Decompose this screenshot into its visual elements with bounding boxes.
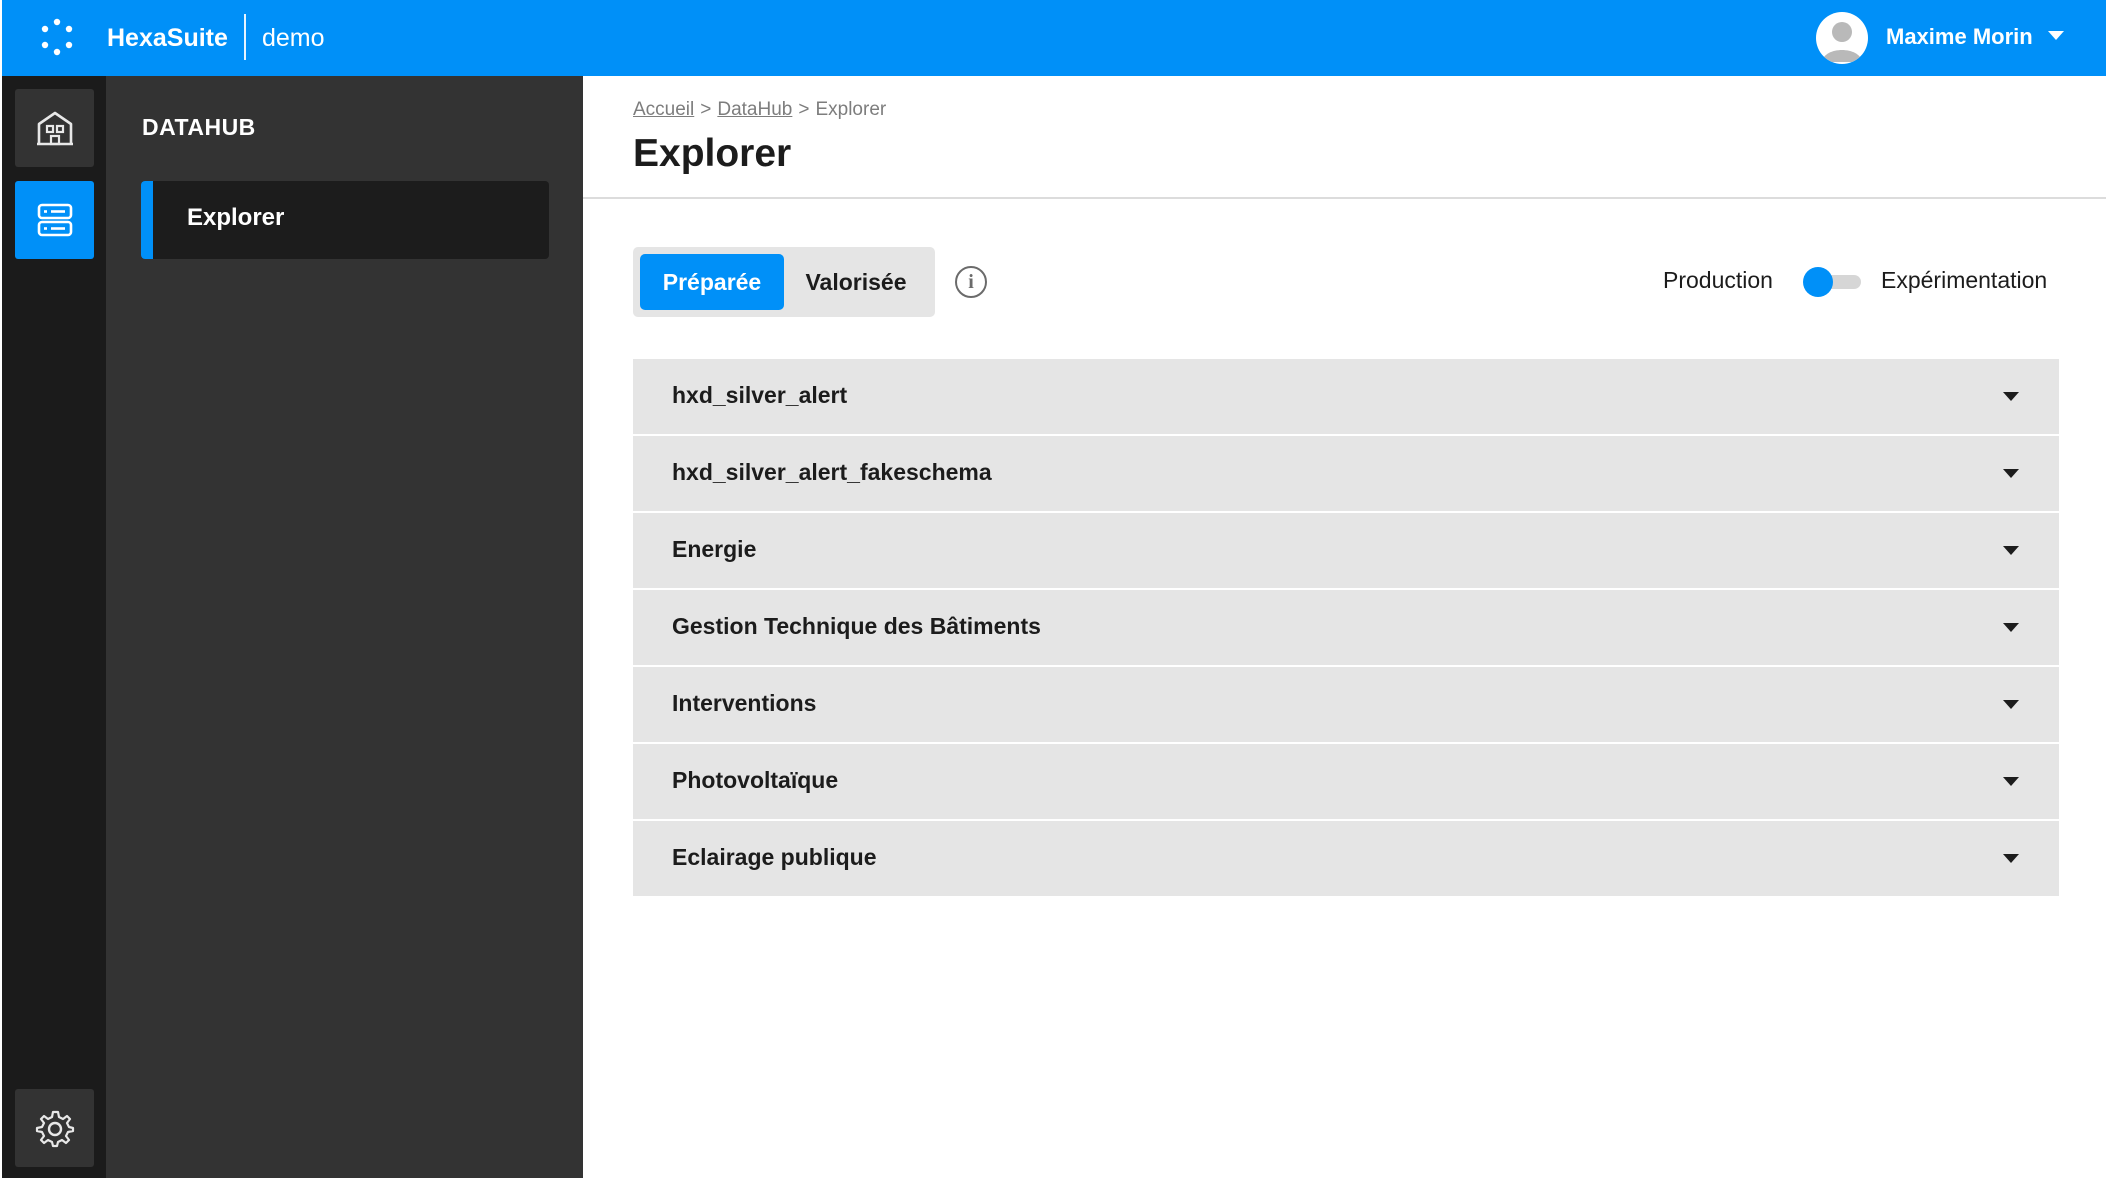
brand-divider	[244, 14, 246, 60]
caret-down-icon[interactable]	[2003, 623, 2019, 632]
breadcrumb: Accueil > DataHub > Explorer	[633, 99, 886, 121]
dataset-row[interactable]: Gestion Technique des Bâtiments	[633, 590, 2059, 665]
breadcrumb-separator: >	[798, 99, 810, 120]
caret-down-icon[interactable]	[2003, 777, 2019, 786]
server-stack-icon	[37, 203, 72, 237]
toggle-knob	[1803, 267, 1833, 297]
environment-name: demo	[262, 24, 325, 52]
icon-rail	[2, 76, 106, 1178]
toggle-label-experimentation: Expérimentation	[1881, 267, 2048, 293]
dataset-name: Gestion Technique des Bâtiments	[672, 613, 1041, 639]
datahub-sidebar: DATAHUB Explorer	[106, 76, 583, 1178]
mode-toggle-switch[interactable]	[1803, 267, 1861, 297]
sidebar-item-explorer[interactable]: Explorer	[141, 181, 549, 259]
dataset-row[interactable]: Energie	[633, 513, 2059, 588]
breadcrumb-link-accueil[interactable]: Accueil	[633, 99, 694, 120]
user-icon	[1822, 22, 1862, 62]
dataset-name: Eclairage publique	[672, 844, 877, 870]
rail-buildings-button[interactable]	[15, 89, 94, 167]
app-window: HexaSuite demo Maxime Morin DATAHUB Expl…	[2, 0, 2106, 1178]
gear-icon	[35, 1110, 74, 1148]
caret-down-icon[interactable]	[2003, 392, 2019, 401]
segment-preparee[interactable]: Préparée	[640, 254, 784, 310]
breadcrumb-separator: >	[700, 99, 712, 120]
top-bar: HexaSuite demo Maxime Morin	[2, 0, 2106, 76]
user-name[interactable]: Maxime Morin	[1886, 20, 2033, 54]
main-content: Accueil > DataHub > Explorer Explorer Prépar…	[583, 76, 2106, 1178]
brand-name[interactable]: HexaSuite	[107, 20, 228, 56]
rail-datahub-button[interactable]	[15, 181, 94, 259]
sidebar-item-label: Explorer	[187, 204, 285, 231]
active-indicator	[141, 181, 153, 259]
dataset-row[interactable]: Photovoltaïque	[633, 744, 2059, 819]
breadcrumb-current: Explorer	[815, 99, 887, 120]
caret-down-icon[interactable]	[2003, 700, 2019, 709]
sidebar-section-title: DATAHUB	[142, 114, 256, 140]
caret-down-icon[interactable]	[2003, 546, 2019, 555]
info-circle-icon[interactable]: i	[955, 266, 987, 298]
caret-down-icon[interactable]	[2003, 854, 2019, 863]
rail-settings-button[interactable]	[15, 1089, 94, 1167]
dataset-name: hxd_silver_alert	[672, 382, 848, 408]
building-icon	[36, 111, 73, 146]
dataset-name: hxd_silver_alert_fakeschema	[672, 459, 992, 485]
dataset-name: Photovoltaïque	[672, 767, 839, 793]
page-title: Explorer	[633, 132, 792, 175]
breadcrumb-link-datahub[interactable]: DataHub	[717, 99, 792, 120]
layer-segmented-control: Préparée Valorisée	[633, 247, 935, 317]
dataset-row[interactable]: hxd_silver_alert_fakeschema	[633, 436, 2059, 511]
segment-valorisee[interactable]: Valorisée	[784, 254, 928, 310]
dataset-row[interactable]: hxd_silver_alert	[633, 359, 2059, 434]
dataset-row[interactable]: Interventions	[633, 667, 2059, 742]
toggle-label-production: Production	[1663, 267, 1773, 293]
dataset-name: Interventions	[672, 690, 817, 716]
user-avatar[interactable]	[1816, 12, 1868, 64]
dots-circle-icon[interactable]	[38, 18, 76, 56]
caret-down-icon[interactable]	[2003, 469, 2019, 478]
header-divider	[583, 197, 2106, 199]
dataset-accordion: hxd_silver_alert hxd_silver_alert_fakesc…	[633, 359, 2059, 898]
dataset-row[interactable]: Eclairage publique	[633, 821, 2059, 896]
chevron-down-icon[interactable]	[2048, 31, 2064, 40]
dataset-name: Energie	[672, 536, 757, 562]
